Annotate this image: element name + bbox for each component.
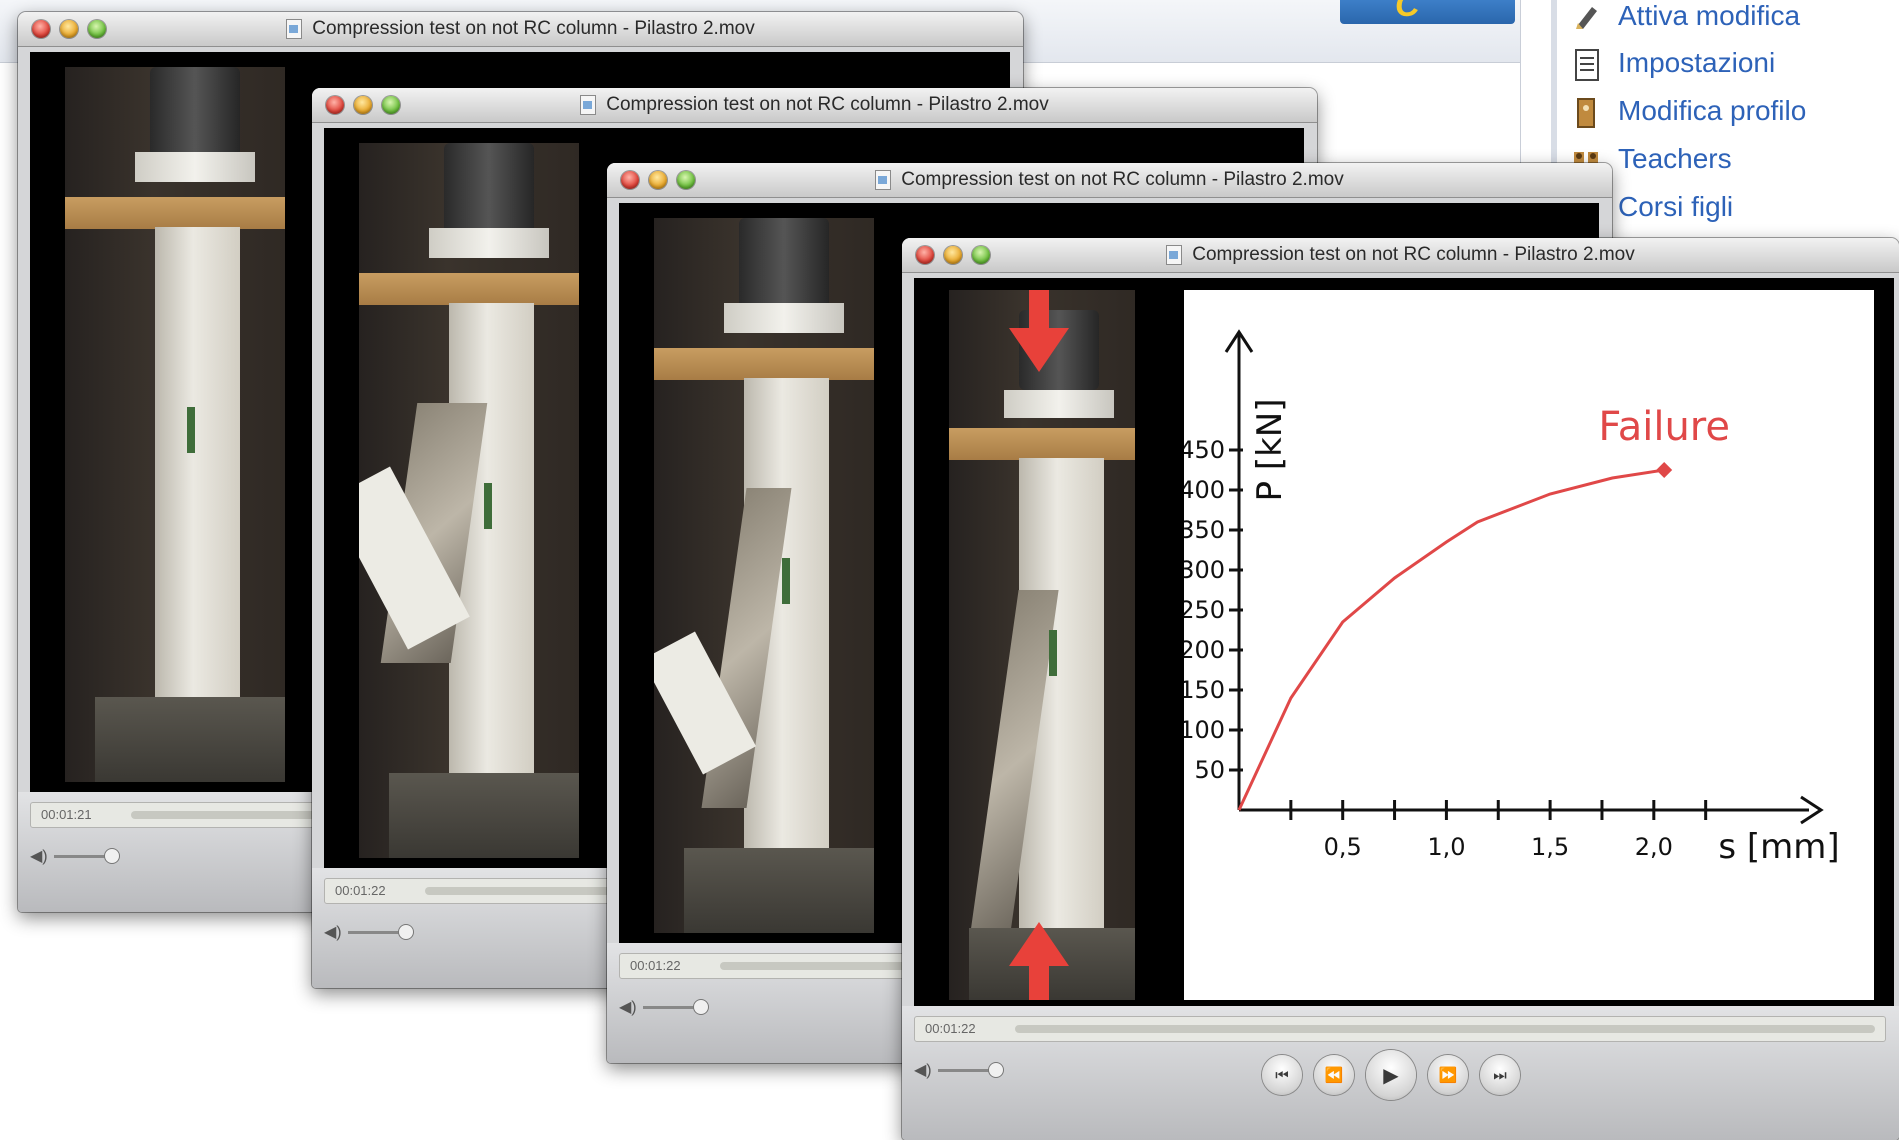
- window-titlebar[interactable]: Compression test on not RC column - Pila…: [312, 88, 1317, 123]
- y-tick-label: 250: [1184, 596, 1225, 624]
- sidebar-item-modifica-profilo[interactable]: Modifica profilo: [1572, 91, 1806, 131]
- speaker-icon: ◀): [30, 848, 48, 865]
- movie-file-icon: [1166, 245, 1183, 265]
- time-scrubber[interactable]: 00:01:22: [914, 1016, 1886, 1042]
- window-title: Compression test on not RC column - Pila…: [901, 169, 1344, 190]
- sidebar-item-label: Attiva modifica: [1618, 0, 1801, 31]
- y-tick-label: 400: [1184, 476, 1225, 504]
- y-tick-label: 350: [1184, 516, 1225, 544]
- y-tick-label: 300: [1184, 556, 1225, 584]
- y-tick-label: 50: [1194, 756, 1225, 784]
- y-tick-label: 450: [1184, 436, 1225, 464]
- volume-slider[interactable]: ◀): [324, 922, 414, 942]
- chart-svg: 0,5 1,0 1,5 2,0 50 100 150 200 250 300 350 400 450 P…: [1184, 329, 1840, 867]
- profile-icon: [1572, 96, 1602, 128]
- movie-file-icon: [580, 95, 597, 115]
- y-tick-label: 200: [1184, 636, 1225, 664]
- volume-slider[interactable]: ◀): [914, 1060, 1004, 1080]
- sidebar-item-label: Teachers: [1618, 143, 1732, 174]
- x-tick-label: 0,5: [1324, 833, 1362, 861]
- window-titlebar[interactable]: Compression test on not RC column - Pila…: [18, 12, 1023, 47]
- playback-controls: ⏮ ⏪ ▶ ⏩ ⏭: [1262, 1050, 1520, 1100]
- play-button[interactable]: ▶: [1366, 1050, 1416, 1100]
- y-axis-label: P [kN]: [1250, 399, 1290, 502]
- failure-marker-icon: [1656, 462, 1673, 478]
- pencil-icon: [1572, 1, 1602, 31]
- x-tick-label: 1,0: [1427, 833, 1465, 861]
- y-tick-label: 150: [1184, 676, 1225, 704]
- window-titlebar[interactable]: Compression test on not RC column - Pila…: [607, 163, 1612, 198]
- chart-series-line: [1237, 468, 1665, 811]
- skip-forward-button[interactable]: ⏭: [1480, 1055, 1520, 1095]
- speaker-icon: ◀): [619, 999, 637, 1016]
- column-test-photo: [359, 143, 579, 858]
- speaker-icon: ◀): [324, 924, 342, 941]
- arrow-up-icon: [1009, 922, 1069, 1000]
- x-axis-label: s [mm]: [1718, 827, 1839, 867]
- document-icon: [1572, 48, 1602, 81]
- time-display: 00:01:22: [925, 1021, 976, 1036]
- fast-forward-button[interactable]: ⏩: [1428, 1055, 1468, 1095]
- banner-logo-fragment: C: [1395, 0, 1420, 24]
- window-title: Compression test on not RC column - Pila…: [606, 94, 1049, 115]
- sidebar-item-label: Modifica profilo: [1618, 95, 1807, 126]
- speaker-icon: ◀): [914, 1062, 932, 1079]
- window-titlebar[interactable]: Compression test on not RC column - Pila…: [902, 238, 1899, 273]
- window-title: Compression test on not RC column - Pila…: [1192, 244, 1635, 265]
- y-tick-label: 100: [1184, 716, 1225, 744]
- x-tick-label: 1,5: [1531, 833, 1569, 861]
- sidebar-item-attiva-modifica[interactable]: Attiva modifica: [1572, 0, 1800, 36]
- x-tick-label: 2,0: [1635, 833, 1673, 861]
- movie-file-icon: [286, 19, 303, 39]
- column-test-photo: [654, 218, 874, 933]
- sidebar-item-label: Impostazioni: [1618, 47, 1776, 78]
- failure-annotation: Failure: [1598, 404, 1730, 450]
- time-display: 00:01:22: [630, 958, 681, 973]
- load-displacement-chart: 0,5 1,0 1,5 2,0 50 100 150 200 250 300 350 400 450 P…: [1184, 290, 1874, 1000]
- skip-back-button[interactable]: ⏮: [1262, 1055, 1302, 1095]
- volume-slider[interactable]: ◀): [619, 997, 709, 1017]
- sidebar-item-impostazioni[interactable]: Impostazioni: [1572, 43, 1775, 83]
- window-title: Compression test on not RC column - Pila…: [312, 18, 755, 39]
- video-window-4[interactable]: Compression test on not RC column - Pila…: [902, 238, 1899, 1140]
- sidebar-item-label: Corsi figli: [1618, 191, 1734, 222]
- column-test-photo: [949, 290, 1135, 1000]
- site-banner: C: [1340, 0, 1515, 24]
- movie-controller: 00:01:22 ◀) ⏮ ⏪ ▶ ⏩ ⏭: [902, 1006, 1899, 1140]
- movie-file-icon: [875, 170, 892, 190]
- volume-slider[interactable]: ◀): [30, 846, 120, 866]
- rewind-button[interactable]: ⏪: [1314, 1055, 1354, 1095]
- column-test-photo: [65, 67, 285, 782]
- arrow-down-icon: [1009, 290, 1069, 372]
- load-arrows: [1009, 290, 1069, 1000]
- time-display: 00:01:22: [335, 883, 386, 898]
- time-display: 00:01:21: [41, 807, 92, 822]
- video-frame: 0,5 1,0 1,5 2,0 50 100 150 200 250 300 350 400 450 P…: [914, 278, 1894, 1006]
